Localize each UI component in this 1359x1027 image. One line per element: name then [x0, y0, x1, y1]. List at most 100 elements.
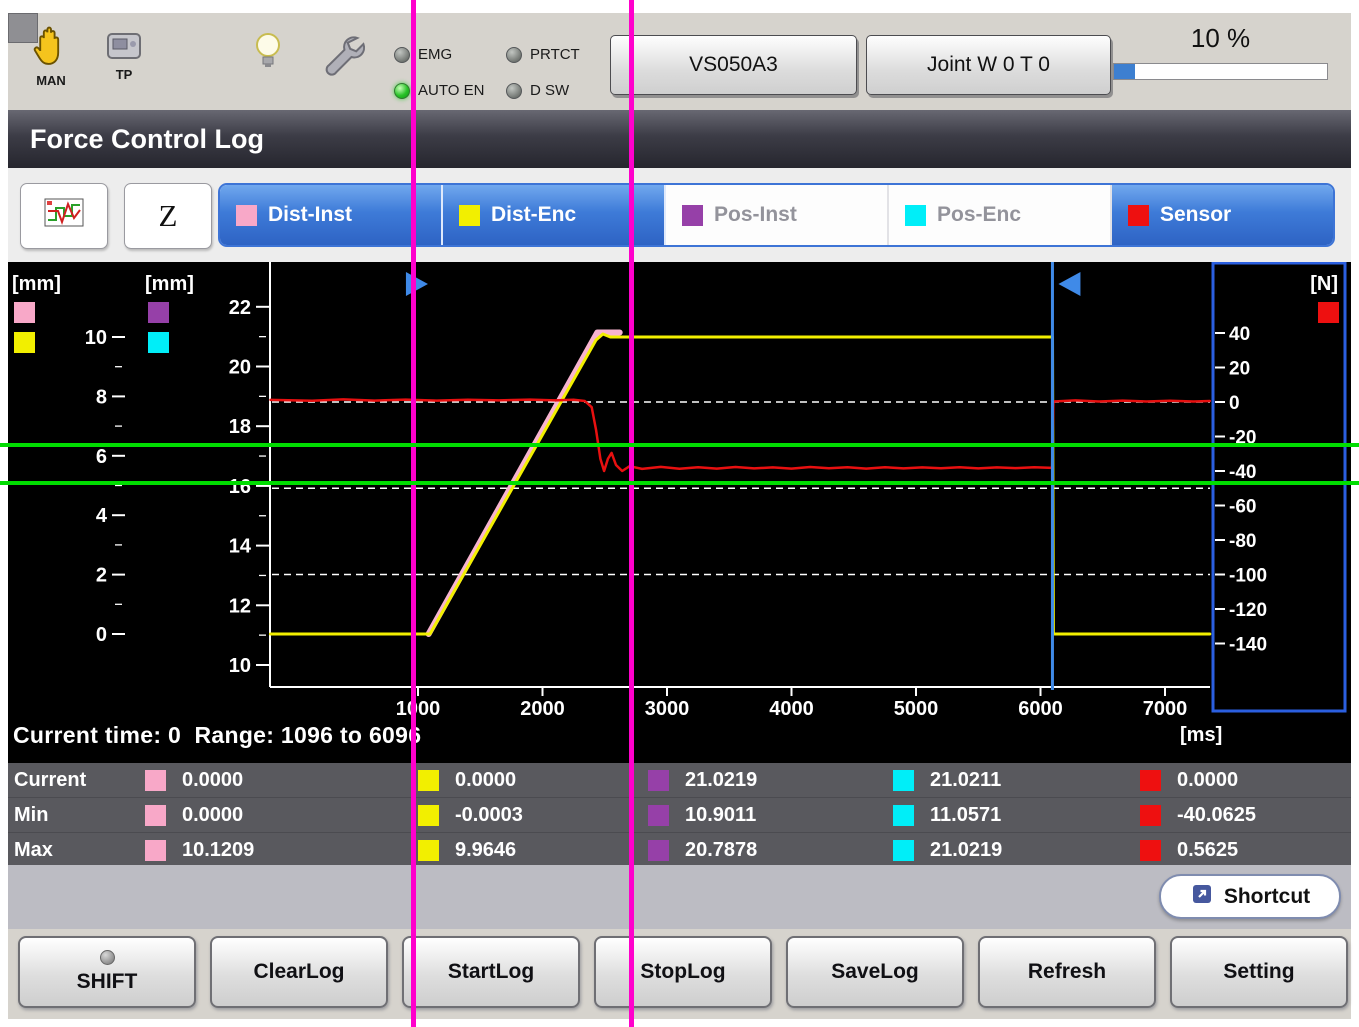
teach-pendant-button[interactable]: TP: [104, 31, 144, 82]
series-color-swatch: [145, 770, 166, 791]
maintenance-button[interactable]: [320, 33, 366, 84]
row-label: Max: [14, 839, 53, 862]
svg-text:40: 40: [1229, 324, 1250, 345]
teach-pendant-screen: MAN TP: [0, 0, 1359, 1027]
series-color-swatch: [893, 770, 914, 791]
bottom-bar: SHIFT ClearLog StartLog StopLog SaveLog Refre…: [8, 929, 1351, 1019]
svg-text:12: 12: [229, 595, 251, 617]
value-text: 9.9646: [455, 839, 516, 862]
shortcut-icon: [1190, 882, 1214, 912]
chart-mode-icon: [42, 196, 86, 237]
value-text: 21.0219: [685, 769, 757, 792]
series-color-swatch: [418, 840, 439, 861]
speed-progress-bar: [1113, 63, 1328, 80]
led-prtct: PRTCT: [506, 46, 580, 63]
svg-text:-140: -140: [1229, 635, 1267, 656]
series-color-swatch: [1140, 805, 1161, 826]
series-color-swatch: [236, 205, 257, 226]
annotation-hline-1: [0, 443, 1359, 447]
tab-label: Dist-Inst: [268, 203, 352, 227]
coordinate-mode-button[interactable]: Joint W 0 T 0: [866, 35, 1111, 95]
button-label: StartLog: [448, 960, 534, 984]
force-log-chart[interactable]: 1000200030004000500060007000108642022201…: [8, 262, 1351, 763]
svg-text:16: 16: [229, 476, 251, 498]
z-axis-button[interactable]: Z: [124, 183, 212, 249]
tab-label: Pos-Inst: [714, 203, 797, 227]
speed-indicator: 10 %: [1113, 23, 1328, 80]
value-text: 0.0000: [182, 804, 243, 827]
coordinate-mode-text: Joint W 0 T 0: [927, 53, 1050, 77]
led-label: AUTO EN: [418, 82, 484, 99]
page-title: Force Control Log: [30, 124, 264, 155]
tab-label: Pos-Enc: [937, 203, 1021, 227]
value-cell: 9.9646: [418, 839, 516, 862]
stoplog-button[interactable]: StopLog: [594, 936, 772, 1008]
led-label: EMG: [418, 46, 452, 63]
value-cell: 21.0219: [648, 769, 757, 792]
value-cell: 0.0000: [145, 769, 243, 792]
chart-mode-button[interactable]: [20, 183, 108, 249]
annotation-vline-1: [411, 0, 416, 1027]
lamp-button[interactable]: [253, 31, 283, 78]
tab-sensor[interactable]: Sensor: [1112, 185, 1333, 245]
svg-text:0: 0: [96, 624, 107, 646]
svg-text:-80: -80: [1229, 531, 1256, 552]
svg-text:4: 4: [96, 505, 108, 527]
table-row-min: Min0.0000-0.000310.901111.0571-40.0625: [8, 797, 1351, 832]
svg-text:-120: -120: [1229, 600, 1267, 621]
svg-text:20: 20: [229, 357, 251, 379]
tab-dist-inst[interactable]: Dist-Inst: [220, 185, 443, 245]
svg-text:-100: -100: [1229, 566, 1267, 587]
savelog-button[interactable]: SaveLog: [786, 936, 964, 1008]
value-text: 20.7878: [685, 839, 757, 862]
svg-text:7000: 7000: [1143, 698, 1188, 720]
button-label: SaveLog: [831, 960, 919, 984]
manual-mode-button[interactable]: MAN: [26, 23, 76, 88]
tab-pos-enc[interactable]: Pos-Enc: [889, 185, 1112, 245]
shift-button[interactable]: SHIFT: [18, 936, 196, 1008]
title-bar: Force Control Log: [8, 110, 1351, 168]
teach-pendant-icon: [104, 31, 144, 68]
speed-progress-fill: [1114, 64, 1135, 79]
led-emg: EMG: [394, 46, 452, 63]
value-cell: 10.9011: [648, 804, 756, 827]
series-color-swatch: [1140, 840, 1161, 861]
force-log-chart-area: 1000200030004000500060007000108642022201…: [8, 262, 1351, 763]
button-label: SHIFT: [77, 970, 138, 994]
refresh-button[interactable]: Refresh: [978, 936, 1156, 1008]
clearlog-button[interactable]: ClearLog: [210, 936, 388, 1008]
svg-text:-60: -60: [1229, 497, 1256, 518]
svg-text:22: 22: [229, 297, 251, 319]
value-cell: 0.0000: [418, 769, 516, 792]
svg-text:6000: 6000: [1018, 698, 1063, 720]
value-cell: 20.7878: [648, 839, 757, 862]
setting-button[interactable]: Setting: [1170, 936, 1348, 1008]
svg-text:8: 8: [96, 386, 107, 408]
shortcut-button[interactable]: Shortcut: [1159, 874, 1341, 919]
tab-pos-inst[interactable]: Pos-Inst: [666, 185, 889, 245]
robot-select-button[interactable]: VS050A3: [610, 35, 857, 95]
emg-led-icon: [394, 47, 410, 63]
value-text: -0.0003: [455, 804, 523, 827]
annotation-hline-2: [0, 481, 1359, 485]
top-toolbar: MAN TP: [8, 13, 1351, 110]
button-label: StopLog: [640, 960, 725, 984]
series-color-swatch: [145, 840, 166, 861]
svg-text:[mm]: [mm]: [12, 273, 61, 295]
svg-text:14: 14: [229, 536, 252, 558]
svg-text:1000: 1000: [396, 698, 441, 720]
tab-label: Dist-Enc: [491, 203, 576, 227]
series-color-swatch: [1140, 770, 1161, 791]
svg-text:10: 10: [85, 327, 107, 349]
value-text: 21.0219: [930, 839, 1002, 862]
svg-text:4000: 4000: [769, 698, 814, 720]
measurement-table: Current 0.0000 0.0000 21.0219 21.0211 0.0000 M…: [8, 763, 1351, 865]
svg-text:5000: 5000: [894, 698, 939, 720]
series-color-swatch: [418, 770, 439, 791]
svg-text:0: 0: [1229, 393, 1240, 414]
svg-text:[mm]: [mm]: [145, 273, 194, 295]
row-label: Current: [14, 769, 86, 792]
series-color-swatch: [418, 805, 439, 826]
value-cell: 21.0211: [893, 769, 1001, 792]
startlog-button[interactable]: StartLog: [402, 936, 580, 1008]
